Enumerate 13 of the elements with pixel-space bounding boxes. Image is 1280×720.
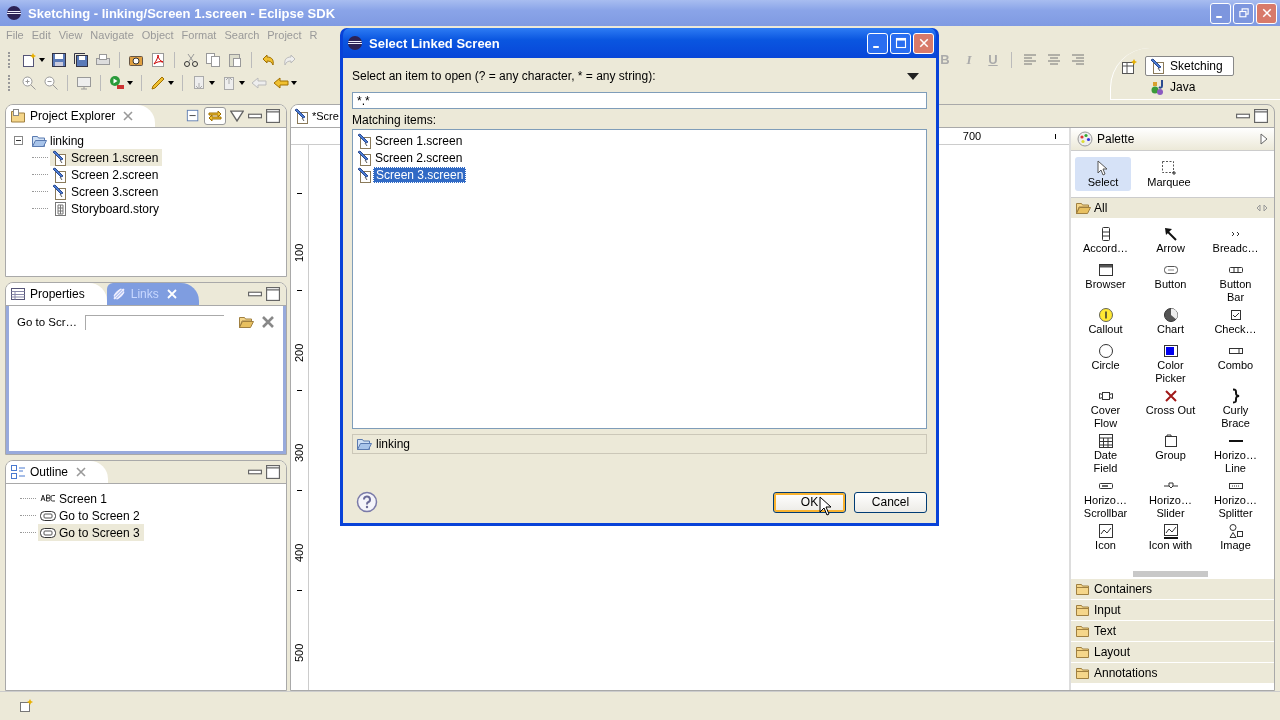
ruler-label: 300 [292, 442, 306, 464]
ruler-label: 200 [292, 342, 306, 364]
dialog-title: Select Linked Screen [369, 35, 501, 51]
window-title: Sketching - linking/Screen 1.screen - Eclipse SDK [28, 5, 337, 21]
palette-title: Palette [1097, 132, 1136, 146]
ruler-label: 100 [292, 242, 306, 264]
prompt-text: Select an item to open (? = any character, * = any string): [352, 69, 657, 83]
ruler-label: 500 [292, 642, 306, 664]
ruler-label: 700 [961, 130, 983, 142]
list-label: Matching items: [352, 113, 438, 129]
link-label: Go to Scr… [17, 316, 79, 328]
location-text: linking [376, 437, 411, 451]
ruler-label: 400 [292, 542, 306, 564]
